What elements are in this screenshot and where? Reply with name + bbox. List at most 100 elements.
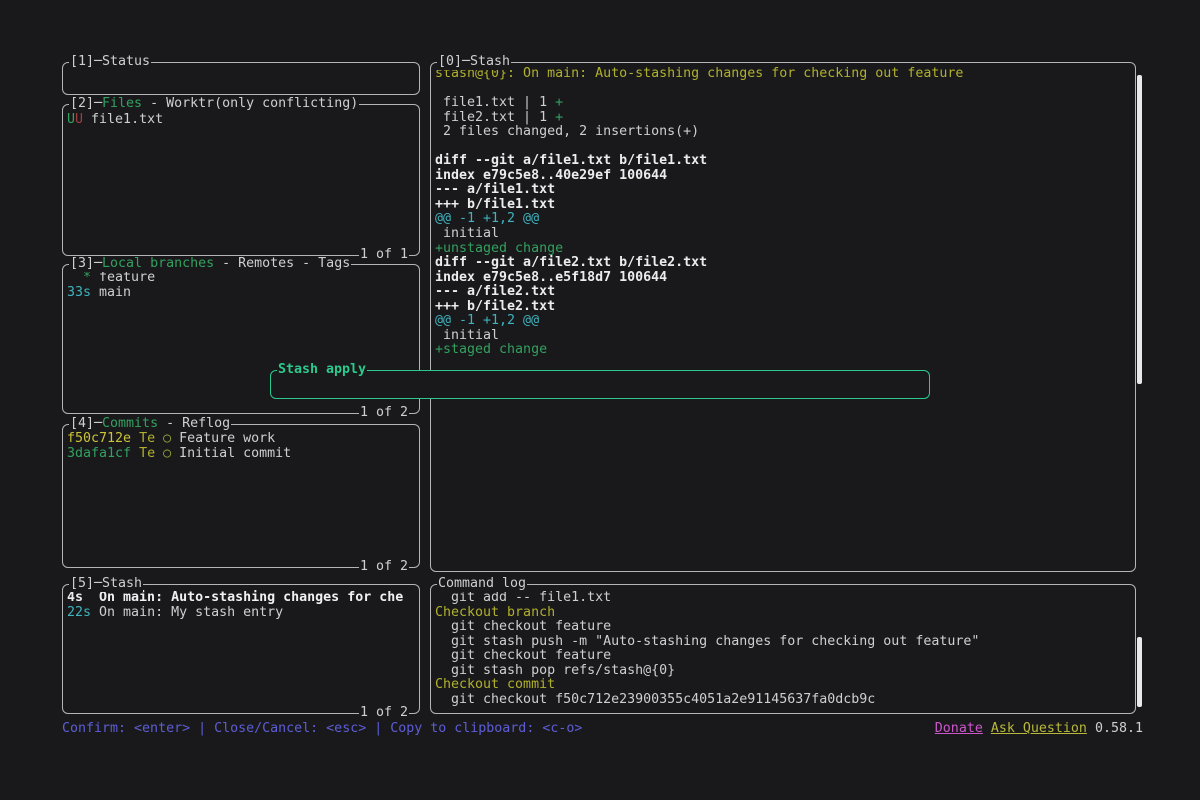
ask-question-link[interactable]: Ask Question (991, 721, 1087, 736)
stash-entry[interactable]: 4s On main: Auto-stashing changes for ch… (67, 591, 415, 606)
command-log-line: Checkout branch (435, 606, 1131, 621)
text-segment: Command log (438, 576, 526, 591)
command-log-line: git stash push -m "Auto-stashing changes… (435, 635, 1131, 650)
keybinding-hints: Confirm: <enter> | Close/Cancel: <esc> |… (62, 722, 582, 737)
text-segment: Commits (102, 416, 158, 431)
text-segment: Status (102, 54, 150, 69)
stash-entry[interactable]: 22s On main: My stash entry (67, 606, 415, 621)
stash-apply-dialog[interactable]: Stash apply Are you sure you want to app… (270, 370, 930, 399)
diff-line (435, 82, 1131, 97)
text-segment: Te (139, 446, 155, 461)
text-segment: 22s (67, 605, 91, 620)
text-segment: Files (102, 96, 142, 111)
diff-line: +++ b/file1.txt (435, 198, 1131, 213)
branch-entry[interactable]: * feature (67, 271, 415, 286)
text-segment: Te (139, 431, 155, 446)
text-segment: git checkout f50c712e23900355c4051a2e911… (435, 692, 875, 707)
main-view-scrollbar-thumb[interactable] (1137, 75, 1142, 384)
text-segment: + (555, 110, 563, 125)
diff-line: +staged change (435, 343, 1131, 358)
bottom-status-bar: Confirm: <enter> | Close/Cancel: <esc> |… (62, 722, 1143, 737)
text-segment: git stash pop refs/stash@{0} (435, 663, 675, 678)
text-segment: [5]─ (70, 576, 102, 591)
text-segment: ○ (163, 446, 171, 461)
files-panel[interactable]: [2]─Files - Worktr(only conflicting) 1 o… (62, 104, 420, 256)
diff-line: --- a/file2.txt (435, 285, 1131, 300)
diff-line: diff --git a/file1.txt b/file1.txt (435, 154, 1131, 169)
branches-panel-title: [3]─Local branches - Remotes - Tags (69, 257, 351, 272)
text-segment: initial (435, 226, 499, 241)
text-segment: - Reflog (158, 416, 230, 431)
commit-entry[interactable]: f50c712e Te ○ Feature work (67, 432, 415, 447)
stash-apply-dialog-title: Stash apply (277, 363, 367, 378)
commit-entry[interactable]: 3dafa1cf Te ○ Initial commit (67, 447, 415, 462)
text-segment: file1.txt | 1 (435, 95, 555, 110)
diff-line: 2 files changed, 2 insertions(+) (435, 125, 1131, 140)
diff-line: file1.txt | 1 + (435, 96, 1131, 111)
text-segment: @@ -1 +1,2 @@ (435, 211, 539, 226)
text-segment: git add -- file1.txt (435, 590, 611, 605)
text-segment: git stash push -m "Auto-stashing changes… (435, 634, 979, 649)
text-segment: stash@{0}: On main: Auto-stashing change… (435, 66, 963, 81)
lazygit-terminal: { "panels": { "status": { "title": [{"t"… (0, 0, 1200, 800)
text-segment: git checkout feature (435, 619, 611, 634)
command-log-line: Checkout commit (435, 678, 1131, 693)
diff-line: +++ b/file2.txt (435, 300, 1131, 315)
status-panel-title: [1]─Status (69, 55, 151, 70)
text-segment: 3dafa1cf (67, 446, 131, 461)
text-segment (435, 81, 443, 96)
stash-list-panel[interactable]: [5]─Stash 1 of 2 4s On main: Auto-stashi… (62, 584, 420, 714)
donate-link[interactable]: Donate (935, 721, 983, 736)
main-view-panel[interactable]: [0]─Stash stash@{0}: On main: Auto-stash… (430, 62, 1136, 572)
diff-line: initial (435, 329, 1131, 344)
text-segment: Stash (470, 54, 510, 69)
text-segment: * (83, 270, 91, 285)
text-segment: [3]─ (70, 256, 102, 271)
text-segment (435, 139, 443, 154)
files-panel-count: 1 of 1 (359, 248, 409, 263)
diff-line: initial (435, 227, 1131, 242)
text-segment: diff --git a/file1.txt b/file1.txt (435, 153, 707, 168)
text-segment: On main: Auto-stashing changes for che (83, 590, 403, 605)
branches-panel-count: 1 of 2 (359, 406, 409, 421)
version-label: 0.58.1 (1095, 721, 1143, 736)
text-segment: index e79c5e8..40e29ef 100644 (435, 168, 667, 183)
command-log-panel[interactable]: Command log git add -- file1.txtCheckout… (430, 584, 1136, 714)
text-segment (155, 446, 163, 461)
text-segment (131, 446, 139, 461)
commits-panel[interactable]: [4]─Commits - Reflog 1 of 2 f50c712e Te … (62, 424, 420, 568)
text-segment (155, 431, 163, 446)
command-log-line: git checkout f50c712e23900355c4051a2e911… (435, 693, 1131, 708)
text-segment: ○ (163, 431, 171, 446)
branch-entry[interactable]: 33s main (67, 286, 415, 301)
command-log-line: git stash pop refs/stash@{0} (435, 664, 1131, 679)
text-segment: +++ b/file1.txt (435, 197, 555, 212)
text-segment: f50c712e (67, 431, 131, 446)
commits-panel-count: 1 of 2 (359, 560, 409, 575)
text-segment: [2]─ (70, 96, 102, 111)
command-log-scrollbar-thumb[interactable] (1137, 637, 1142, 707)
status-panel[interactable]: [1]─Status lazygit-keys-test → feature (62, 62, 420, 95)
diff-line: @@ -1 +1,2 @@ (435, 212, 1131, 227)
text-segment: 33s (67, 285, 91, 300)
text-segment: [1]─ (70, 54, 102, 69)
command-log-line: git add -- file1.txt (435, 591, 1131, 606)
text-segment: Local branches (102, 256, 214, 271)
text-segment (131, 431, 139, 446)
file-entry[interactable]: UU file1.txt (67, 113, 415, 128)
text-segment: + (555, 95, 563, 110)
text-segment: U (75, 112, 83, 127)
text-segment: - Remotes - Tags (214, 256, 350, 271)
commits-panel-title: [4]─Commits - Reflog (69, 417, 231, 432)
text-segment: - Worktr(only conflicting) (142, 96, 358, 111)
stash-list-panel-count: 1 of 2 (359, 706, 409, 721)
text-segment: [0]─ (438, 54, 470, 69)
main-view-panel-title: [0]─Stash (437, 55, 511, 70)
text-segment: file1.txt (83, 112, 163, 127)
status-bar-right: Donate Ask Question 0.58.1 (935, 722, 1143, 737)
command-log-panel-title: Command log (437, 577, 527, 592)
text-segment: main (91, 285, 131, 300)
text-segment: feature (91, 270, 155, 285)
text-segment: --- a/file1.txt (435, 182, 555, 197)
text-segment: @@ -1 +1,2 @@ (435, 313, 539, 328)
